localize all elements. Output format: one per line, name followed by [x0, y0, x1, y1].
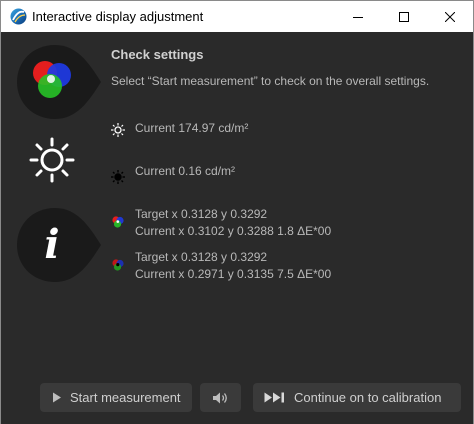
white-point-current: Current x 0.3102 y 0.3288 1.8 ΔE*00	[135, 224, 332, 238]
brightness-sun-icon	[29, 137, 75, 183]
maximize-icon	[399, 11, 409, 22]
instruction-text: Select “Start measurement” to check on t…	[111, 74, 430, 88]
speaker-icon	[212, 392, 227, 403]
maximize-button[interactable]	[381, 1, 427, 32]
title-bar: Interactive display adjustment	[1, 1, 473, 32]
app-window: Interactive display adjustment i Check s…	[0, 0, 474, 424]
skip-forward-icon	[264, 392, 284, 403]
minimize-icon	[353, 16, 363, 18]
black-point-current: Current x 0.2971 y 0.3135 7.5 ΔE*00	[135, 267, 332, 281]
continue-label: Continue on to calibration	[294, 390, 442, 405]
rgb-small-dark-icon	[112, 259, 124, 271]
sound-toggle-button[interactable]	[200, 383, 241, 412]
black-point-target: Target x 0.3128 y 0.3292	[135, 250, 268, 264]
black-level-sun-icon	[111, 170, 125, 184]
start-measurement-label: Start measurement	[70, 390, 181, 405]
white-level-sun-icon	[111, 123, 125, 137]
dialog-content: i Check settings Select “Start measureme…	[1, 32, 473, 424]
step-icons: i	[1, 32, 106, 312]
close-icon	[445, 11, 455, 22]
window-title: Interactive display adjustment	[32, 9, 204, 24]
section-heading: Check settings	[111, 47, 204, 62]
continue-to-calibration-button[interactable]: Continue on to calibration	[253, 383, 461, 412]
rgb-small-icon	[112, 216, 124, 228]
minimize-button[interactable]	[335, 1, 381, 32]
display-calibration-app-icon	[10, 8, 27, 25]
info-i-icon: i	[44, 221, 60, 268]
close-button[interactable]	[427, 1, 473, 32]
black-level-value: Current 0.16 cd/m²	[135, 164, 236, 178]
white-point-target: Target x 0.3128 y 0.3292	[135, 207, 268, 221]
play-icon	[53, 392, 61, 403]
rgb-circles-icon	[33, 61, 71, 98]
white-level-value: Current 174.97 cd/m²	[135, 121, 249, 135]
start-measurement-button[interactable]: Start measurement	[40, 383, 192, 412]
